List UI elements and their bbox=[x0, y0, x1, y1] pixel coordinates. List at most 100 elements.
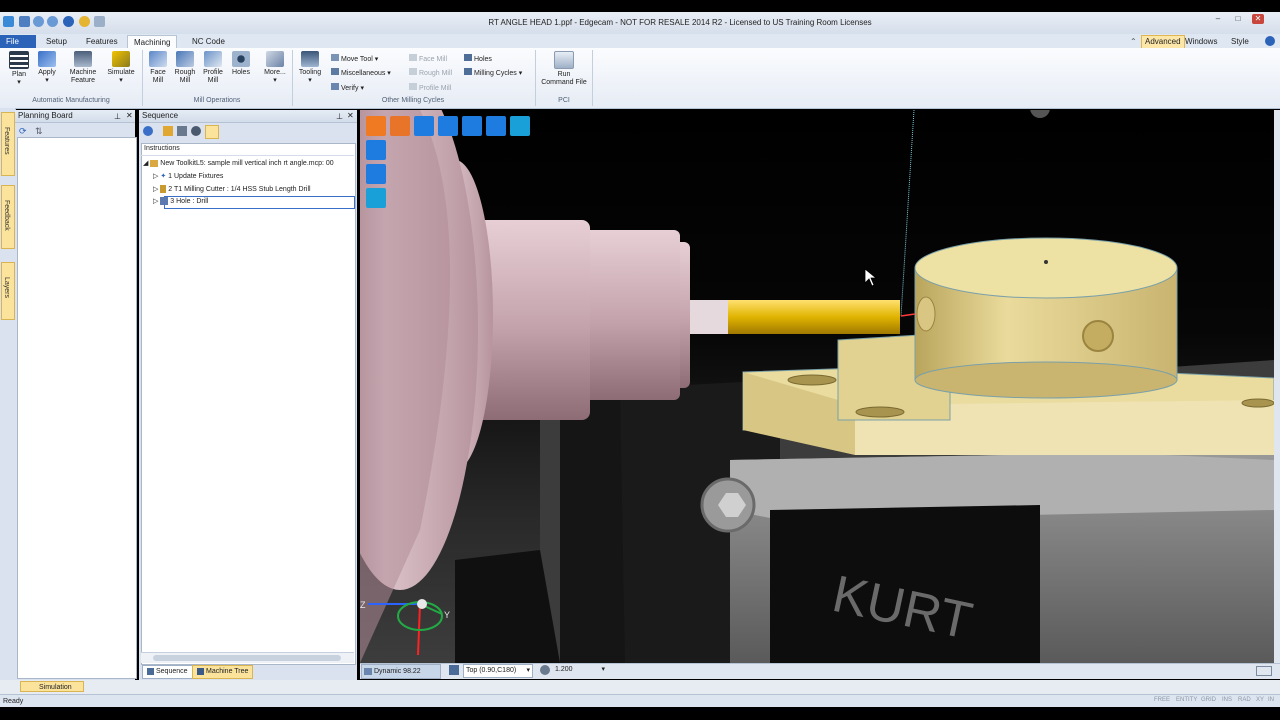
holes-button[interactable]: Holes bbox=[228, 51, 254, 77]
horizontal-scrollbar[interactable] bbox=[141, 652, 354, 663]
toolbar-icon-1[interactable] bbox=[163, 126, 173, 136]
tab-file[interactable]: File bbox=[0, 35, 36, 48]
view-cube-icon[interactable] bbox=[366, 116, 386, 136]
axis-z-label: Z bbox=[360, 600, 366, 610]
rough-mill-cycle[interactable]: Rough Mill bbox=[409, 68, 452, 78]
pin-icon[interactable]: ⊥ bbox=[336, 112, 343, 121]
toolbar-icon-4[interactable] bbox=[205, 125, 219, 139]
list-view-icon[interactable] bbox=[486, 116, 506, 136]
face-mill-cycle[interactable]: Face Mill bbox=[409, 54, 447, 64]
close-panel-icon[interactable]: ✕ bbox=[126, 111, 133, 120]
help-icon[interactable] bbox=[1265, 36, 1275, 46]
tab-nc-code[interactable]: NC Code bbox=[186, 35, 231, 48]
tab-machine-tree[interactable]: Machine Tree bbox=[192, 665, 254, 679]
panel-layout-icon[interactable] bbox=[1256, 666, 1272, 676]
save-icon[interactable] bbox=[19, 16, 30, 27]
face-mill-button[interactable]: Face Mill bbox=[145, 51, 171, 85]
windows-menu[interactable]: Windows bbox=[1185, 37, 1217, 46]
sort-icon[interactable]: ⇅ bbox=[35, 126, 43, 137]
face-mill-label-2: Mill bbox=[152, 77, 164, 84]
view-part-icon[interactable] bbox=[390, 116, 410, 136]
view-tool-icon[interactable] bbox=[438, 116, 458, 136]
tab-sequence[interactable]: Sequence bbox=[142, 665, 193, 679]
view-orientation-select[interactable]: Top (0.90,C180) ▾ bbox=[463, 664, 533, 678]
toolbar-icon-2[interactable] bbox=[177, 126, 187, 136]
milling-cycles-icon bbox=[464, 68, 472, 75]
close-button[interactable]: ✕ bbox=[1252, 14, 1264, 24]
side-tab-feedback[interactable]: Feedback bbox=[1, 185, 15, 249]
tree-item-3[interactable]: ▷ 3 Hole : Drill bbox=[153, 197, 208, 207]
dynamic-mode-field[interactable]: Dynamic 98.22 bbox=[361, 664, 441, 679]
redo-icon[interactable] bbox=[47, 16, 58, 27]
side-tab-features[interactable]: Features bbox=[1, 112, 15, 176]
move-tool-menu[interactable]: Move Tool ▾ bbox=[331, 54, 378, 64]
edgecam-app-icon[interactable] bbox=[3, 16, 14, 27]
instructions-header-label: Instructions bbox=[144, 145, 180, 152]
tree-item-2[interactable]: ▷ 2 T1 Milling Cutter : 1/4 HSS Stub Len… bbox=[153, 185, 311, 195]
machine-feature-button[interactable]: Machine Feature bbox=[66, 51, 100, 85]
plan-label: Plan bbox=[11, 71, 26, 78]
verify-label: Verify bbox=[341, 85, 359, 92]
run-command-file-button[interactable]: Run Command File bbox=[538, 51, 590, 87]
profile-mill-button[interactable]: Profile Mill bbox=[200, 51, 226, 85]
collapse-ribbon-icon[interactable]: ⌃ bbox=[1130, 37, 1137, 46]
simulation-tab[interactable]: Simulation bbox=[20, 681, 84, 692]
viewport-scrollbar[interactable] bbox=[1274, 110, 1280, 663]
more-button[interactable]: More... ▾ bbox=[260, 51, 290, 85]
milling-cycles-menu[interactable]: Milling Cycles ▾ bbox=[464, 68, 522, 78]
tooling-button[interactable]: Tooling ▾ bbox=[296, 51, 324, 85]
side-hole bbox=[1082, 320, 1114, 352]
tree-item-1[interactable]: ▷ ✦ 1 Update Fixtures bbox=[153, 172, 223, 182]
apply-button[interactable]: Apply ▾ bbox=[34, 51, 60, 85]
run-label-2: Command File bbox=[541, 79, 587, 86]
close-panel-icon[interactable]: ✕ bbox=[347, 111, 354, 120]
iso-view-icon[interactable] bbox=[366, 140, 386, 160]
minimize-button[interactable]: – bbox=[1212, 14, 1224, 24]
view-machine-icon[interactable] bbox=[414, 116, 434, 136]
background-object bbox=[1030, 110, 1050, 118]
toolbar-icon-3[interactable] bbox=[191, 126, 201, 136]
close-x-icon[interactable] bbox=[94, 16, 105, 27]
cylinder-part-top bbox=[914, 237, 1178, 299]
maximize-button[interactable]: □ bbox=[1232, 14, 1244, 24]
graphics-viewport[interactable]: KURT Z Y bbox=[360, 110, 1274, 663]
rough-mill-cycle-label: Rough Mill bbox=[419, 70, 453, 77]
advanced-menu[interactable]: Advanced bbox=[1141, 35, 1185, 49]
front-view-icon[interactable] bbox=[366, 164, 386, 184]
cylinder-part-bottom bbox=[914, 361, 1178, 399]
tree-item-3-label: 3 Hole : Drill bbox=[170, 198, 209, 205]
info-icon[interactable] bbox=[63, 16, 74, 27]
rough-mill-button[interactable]: Rough Mill bbox=[172, 51, 198, 85]
refresh-icon[interactable]: ⟳ bbox=[19, 126, 27, 137]
tree-root[interactable]: ◢ New ToolkitL5: sample mill vertical in… bbox=[143, 159, 334, 169]
scrollbar-thumb[interactable] bbox=[153, 655, 341, 661]
run-command-file-icon bbox=[554, 51, 574, 69]
pin-icon[interactable]: ⊥ bbox=[114, 112, 121, 121]
holes-cycle[interactable]: Holes bbox=[464, 54, 492, 64]
side-tab-layers[interactable]: Layers bbox=[1, 262, 15, 320]
zoom-factor-select[interactable]: 1.200 ▾ bbox=[553, 664, 605, 676]
bolt-hole bbox=[855, 406, 905, 418]
plan-button[interactable]: Plan ▾ bbox=[6, 51, 32, 87]
help-icon[interactable] bbox=[79, 16, 90, 27]
undo-icon[interactable] bbox=[33, 16, 44, 27]
tab-machining[interactable]: Machining bbox=[127, 35, 178, 49]
profile-mill-cycle[interactable]: Profile Mill bbox=[409, 83, 451, 93]
drill-icon bbox=[160, 185, 167, 194]
tab-setup[interactable]: Setup bbox=[40, 35, 73, 48]
profile-mill-cycle-icon bbox=[409, 83, 417, 90]
zoom-icon[interactable] bbox=[462, 116, 482, 136]
layout-view-icon[interactable] bbox=[510, 116, 530, 136]
simulate-label: Simulate bbox=[107, 69, 135, 76]
verify-menu[interactable]: Verify ▾ bbox=[331, 83, 364, 93]
zoom-factor-icon[interactable] bbox=[540, 665, 550, 675]
miscellaneous-menu[interactable]: Miscellaneous ▾ bbox=[331, 68, 391, 78]
style-menu[interactable]: Style bbox=[1231, 37, 1249, 46]
tool-shank bbox=[688, 300, 728, 334]
refresh-icon[interactable] bbox=[143, 126, 153, 136]
simulate-button[interactable]: Simulate ▾ bbox=[106, 51, 136, 85]
view-orientation-icon[interactable] bbox=[449, 665, 459, 675]
zoom-factor-value: 1.200 bbox=[555, 666, 573, 673]
side-view-icon[interactable] bbox=[366, 188, 386, 208]
tab-features[interactable]: Features bbox=[80, 35, 124, 48]
